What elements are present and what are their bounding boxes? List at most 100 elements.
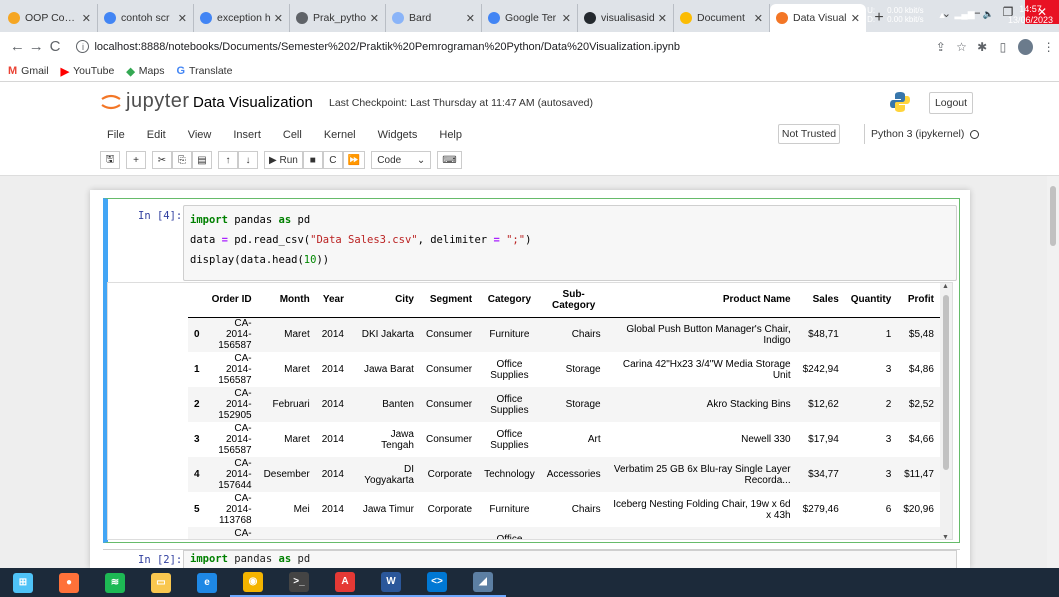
bookmark-item[interactable]: ◆ Maps: [126, 65, 164, 78]
restart-run-all-icon[interactable]: ⏩: [342, 151, 366, 169]
cell-type-select[interactable]: Code ⌄: [371, 151, 432, 169]
tab-favicon-icon: [584, 12, 596, 24]
move-up-icon[interactable]: ↑: [218, 151, 238, 169]
bookmark-star-icon[interactable]: ☆: [951, 40, 972, 54]
share-icon[interactable]: ⇪: [930, 40, 951, 54]
kernel-indicator[interactable]: Python 3 (ipykernel): [864, 124, 980, 144]
table-cell: Maret: [284, 364, 310, 375]
taskbar-spotify-icon[interactable]: ≋: [92, 568, 138, 597]
table-row: 2 CA-2014-152905 Februari 2014 Banten Consume…: [188, 387, 940, 422]
page-scrollbar[interactable]: [1047, 176, 1059, 568]
close-tab-icon[interactable]: ✕: [370, 12, 379, 25]
menu-item-file[interactable]: File: [96, 129, 136, 141]
taskbar: ⊞ ● ≋ ▭ e ◉ >_ A W <> ◢: [0, 568, 1059, 597]
close-tab-icon[interactable]: ✕: [754, 12, 763, 25]
browser-tab[interactable]: Google Ter ✕: [482, 4, 578, 32]
menu-item-cell[interactable]: Cell: [272, 129, 313, 141]
table-cell: Furniture: [489, 504, 530, 515]
scroll-down-icon[interactable]: ▼: [942, 534, 949, 539]
url-input[interactable]: i localhost:8888/notebooks/Documents/Sem…: [70, 34, 931, 59]
close-tab-icon[interactable]: ✕: [274, 12, 283, 25]
bookmark-item[interactable]: ▶ YouTube: [61, 65, 115, 78]
close-tab-icon[interactable]: ✕: [851, 12, 860, 25]
page-scrollbar-thumb[interactable]: [1050, 186, 1056, 246]
table-cell: Februari: [257, 387, 316, 422]
browser-tab[interactable]: contoh scr ✕: [98, 4, 194, 32]
menu-item-insert[interactable]: Insert: [222, 129, 272, 141]
reload-button[interactable]: C: [46, 38, 65, 55]
move-down-icon[interactable]: ↓: [238, 151, 258, 169]
clock[interactable]: 14:57 13/06/2023: [1008, 4, 1053, 26]
taskbar-acrobat-icon[interactable]: A: [322, 568, 368, 597]
side-panel-icon[interactable]: ▯: [993, 40, 1014, 54]
close-tab-icon[interactable]: ✕: [466, 12, 475, 25]
code-editor[interactable]: import pandas as pd data = pd.read_csv("…: [183, 205, 957, 281]
close-tab-icon[interactable]: ✕: [82, 12, 91, 25]
command-palette-icon[interactable]: ⌨: [437, 151, 462, 169]
bookmark-item[interactable]: M Gmail: [8, 65, 49, 77]
taskbar-edge-icon[interactable]: e: [184, 568, 230, 597]
url-text: localhost:8888/notebooks/Documents/Semes…: [94, 40, 681, 53]
paste-icon[interactable]: ▤: [192, 151, 212, 169]
tray-chevron-icon[interactable]: ▲: [938, 10, 947, 20]
logout-button[interactable]: Logout: [929, 92, 973, 114]
menu-item-help[interactable]: Help: [428, 129, 473, 141]
output-scrollbar-thumb[interactable]: [943, 295, 949, 470]
browser-tab[interactable]: OOP Conce ✕: [2, 4, 98, 32]
interrupt-icon[interactable]: ■: [302, 151, 323, 169]
extensions-icon[interactable]: ✱: [972, 40, 993, 54]
network-icon[interactable]: ▂▄▆: [955, 9, 975, 20]
browser-tab[interactable]: exception h ✕: [194, 4, 290, 32]
taskbar-word-icon[interactable]: W: [368, 568, 414, 597]
taskbar-firefox-icon[interactable]: ●: [46, 568, 92, 597]
close-tab-icon[interactable]: ✕: [178, 12, 187, 25]
browser-tab[interactable]: Document ✕: [674, 4, 770, 32]
save-icon[interactable]: 🖫: [100, 151, 120, 169]
edge-icon: e: [197, 572, 217, 593]
tab-favicon-icon: [296, 12, 308, 24]
copy-icon[interactable]: ⎘: [172, 151, 192, 169]
table-row: 6CA-2014-122070April2014DKI JakartaCorpo…: [188, 527, 940, 539]
taskbar-explorer-icon[interactable]: ▭: [138, 568, 184, 597]
taskbar-app-icon[interactable]: ◢: [460, 568, 506, 597]
bookmark-item[interactable]: G Translate: [176, 65, 232, 77]
profile-avatar[interactable]: [1018, 38, 1034, 55]
browser-tab[interactable]: Data Visual ✕: [770, 4, 866, 32]
notebook-title[interactable]: Data Visualization: [193, 94, 313, 111]
forward-button[interactable]: →: [27, 38, 46, 55]
cell-prompt: In [2]:: [138, 554, 183, 566]
jupyter-logo[interactable]: jupyter: [100, 90, 190, 113]
table-cell: Chairs: [540, 317, 607, 352]
run-button[interactable]: ▶ Run: [264, 151, 303, 169]
menu-item-kernel[interactable]: Kernel: [313, 129, 367, 141]
taskbar-terminal-icon[interactable]: >_: [276, 568, 322, 597]
site-info-icon[interactable]: i: [76, 40, 90, 53]
taskbar-windows-icon[interactable]: ⊞: [0, 568, 46, 597]
table-cell: Iceberg Nesting Folding Chair, 19w x 6d …: [613, 498, 791, 521]
taskbar-vscode-icon[interactable]: <>: [414, 568, 460, 597]
restart-icon[interactable]: C: [322, 151, 343, 169]
scroll-up-icon[interactable]: ▲: [942, 283, 949, 290]
table-cell: Maret: [284, 434, 310, 445]
not-trusted-button[interactable]: Not Trusted: [778, 124, 840, 144]
insert-cell-icon[interactable]: +: [126, 151, 146, 169]
close-tab-icon[interactable]: ✕: [562, 12, 571, 25]
browser-tab[interactable]: visualisasid ✕: [578, 4, 674, 32]
taskbar-chrome-icon[interactable]: ◉: [230, 568, 276, 597]
table-cell: 3: [844, 457, 898, 492]
cut-icon[interactable]: ✂: [152, 151, 172, 169]
menu-item-widgets[interactable]: Widgets: [367, 129, 429, 141]
table-cell: Global Push Button Manager's Chair, Indi…: [606, 317, 797, 352]
browser-menu-icon[interactable]: ⋮: [1038, 40, 1059, 54]
close-tab-icon[interactable]: ✕: [658, 12, 667, 25]
browser-tab[interactable]: Prak_pytho ✕: [290, 4, 386, 32]
row-index: 2: [188, 387, 206, 422]
output-scrollbar[interactable]: ▲ ▼: [940, 283, 952, 539]
menu-item-edit[interactable]: Edit: [136, 129, 177, 141]
table-cell: Corporate: [419, 527, 479, 539]
browser-tab[interactable]: Bard ✕: [386, 4, 482, 32]
back-button[interactable]: ←: [8, 38, 27, 55]
code-editor[interactable]: import pandas as pd: [183, 550, 957, 568]
menu-item-view[interactable]: View: [177, 129, 223, 141]
volume-icon[interactable]: 🔈: [983, 9, 994, 20]
